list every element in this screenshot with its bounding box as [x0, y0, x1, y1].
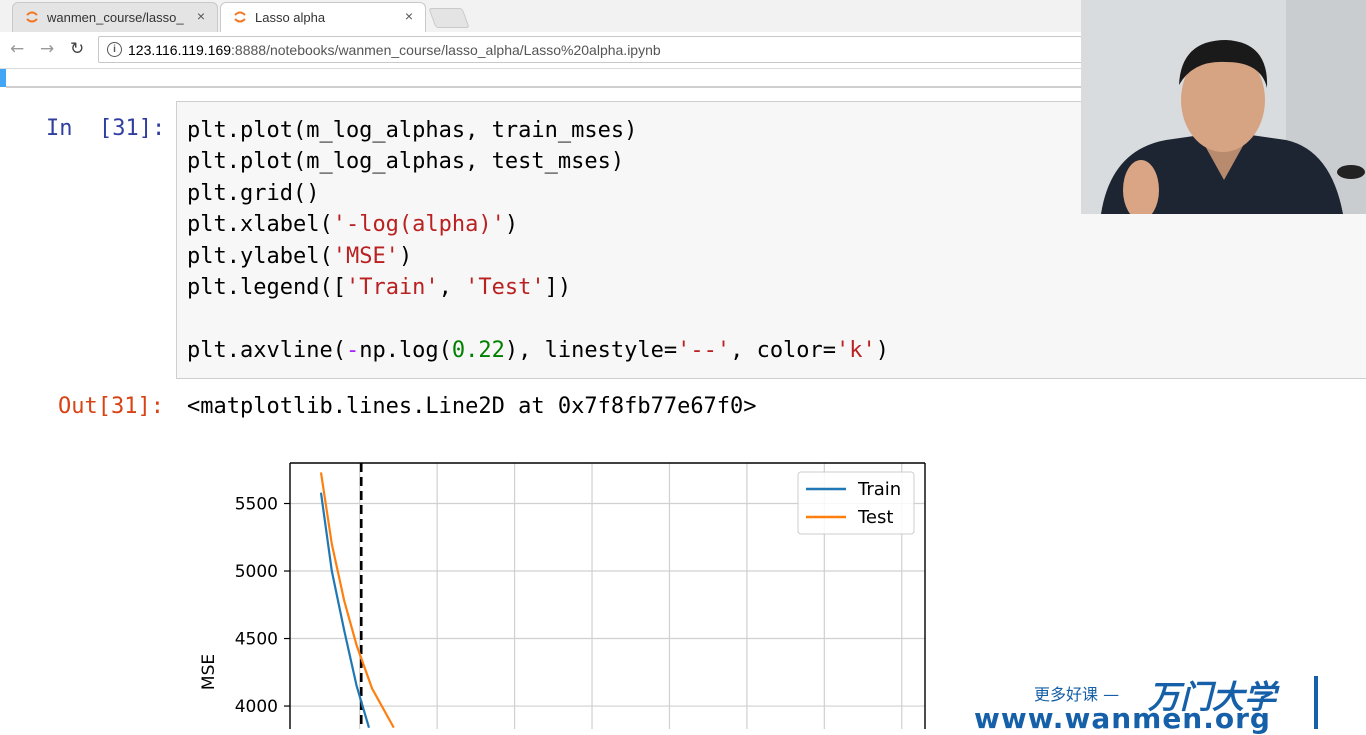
code-line: plt.plot(m_log_alphas, test_mses)	[187, 149, 625, 175]
output-text: <matplotlib.lines.Line2D at 0x7f8fb77e67…	[187, 394, 757, 419]
tab-title: wanmen_course/lasso_	[47, 10, 184, 25]
code-line: plt.ylabel('MSE')	[187, 243, 413, 269]
input-prompt: In [31]:	[46, 116, 166, 141]
y-axis-label: MSE	[199, 654, 219, 690]
code-line: plt.xlabel('-log(alpha)')	[187, 212, 519, 238]
mse-line-chart: 4000 4500 5000 5500 MSE Train Test	[199, 462, 926, 729]
watermark-site: www.wanmen.org	[974, 702, 1271, 735]
code-line: plt.axvline(-np.log(0.22), linestyle='--…	[187, 337, 890, 363]
y-tick-label: 5000	[235, 562, 278, 582]
code-line: plt.plot(m_log_alphas, train_mses)	[187, 118, 638, 143]
info-icon[interactable]: i	[107, 42, 122, 57]
code-line: plt.legend(['Train', 'Test'])	[187, 275, 572, 301]
legend-label: Train	[857, 479, 901, 500]
url-text: 123.116.119.169:8888/notebooks/wanmen_co…	[128, 42, 661, 58]
selected-cell-indicator	[0, 69, 6, 87]
y-tick-label: 5500	[235, 495, 278, 515]
reload-icon[interactable]: ↻	[70, 39, 84, 59]
forward-arrow-icon[interactable]: →	[40, 39, 54, 59]
code-line: plt.grid()	[187, 180, 320, 206]
close-icon[interactable]: ×	[197, 8, 205, 24]
y-tick-label: 4500	[235, 630, 278, 650]
presenter-webcam	[1081, 0, 1366, 214]
jupyter-icon	[25, 10, 39, 27]
ytick-layer: 4000 4500 5000 5500	[235, 495, 290, 717]
jupyter-icon	[233, 10, 247, 27]
watermark-bar	[1314, 676, 1318, 729]
legend-label: Test	[857, 507, 893, 528]
tab-lasso-alpha[interactable]: Lasso alpha ×	[220, 2, 426, 32]
tab-title: Lasso alpha	[255, 10, 326, 25]
series-layer	[319, 472, 395, 729]
address-bar[interactable]: i 123.116.119.169:8888/notebooks/wanmen_…	[98, 36, 1098, 63]
back-arrow-icon[interactable]: ←	[10, 39, 24, 59]
presenter-video-image	[1081, 0, 1366, 214]
close-icon[interactable]: ×	[405, 8, 413, 24]
new-tab-button[interactable]	[428, 8, 470, 28]
wanmen-watermark: 更多好课 — 万门大学 www.wanmen.org	[960, 672, 1366, 735]
output-prompt: Out[31]:	[58, 394, 164, 419]
code-editor[interactable]: plt.plot(m_log_alphas, train_mses) plt.p…	[187, 115, 889, 366]
chart-legend: Train Test	[797, 471, 915, 535]
tab-notebook-folder[interactable]: wanmen_course/lasso_ ×	[12, 2, 218, 32]
y-tick-label: 4000	[235, 697, 278, 717]
